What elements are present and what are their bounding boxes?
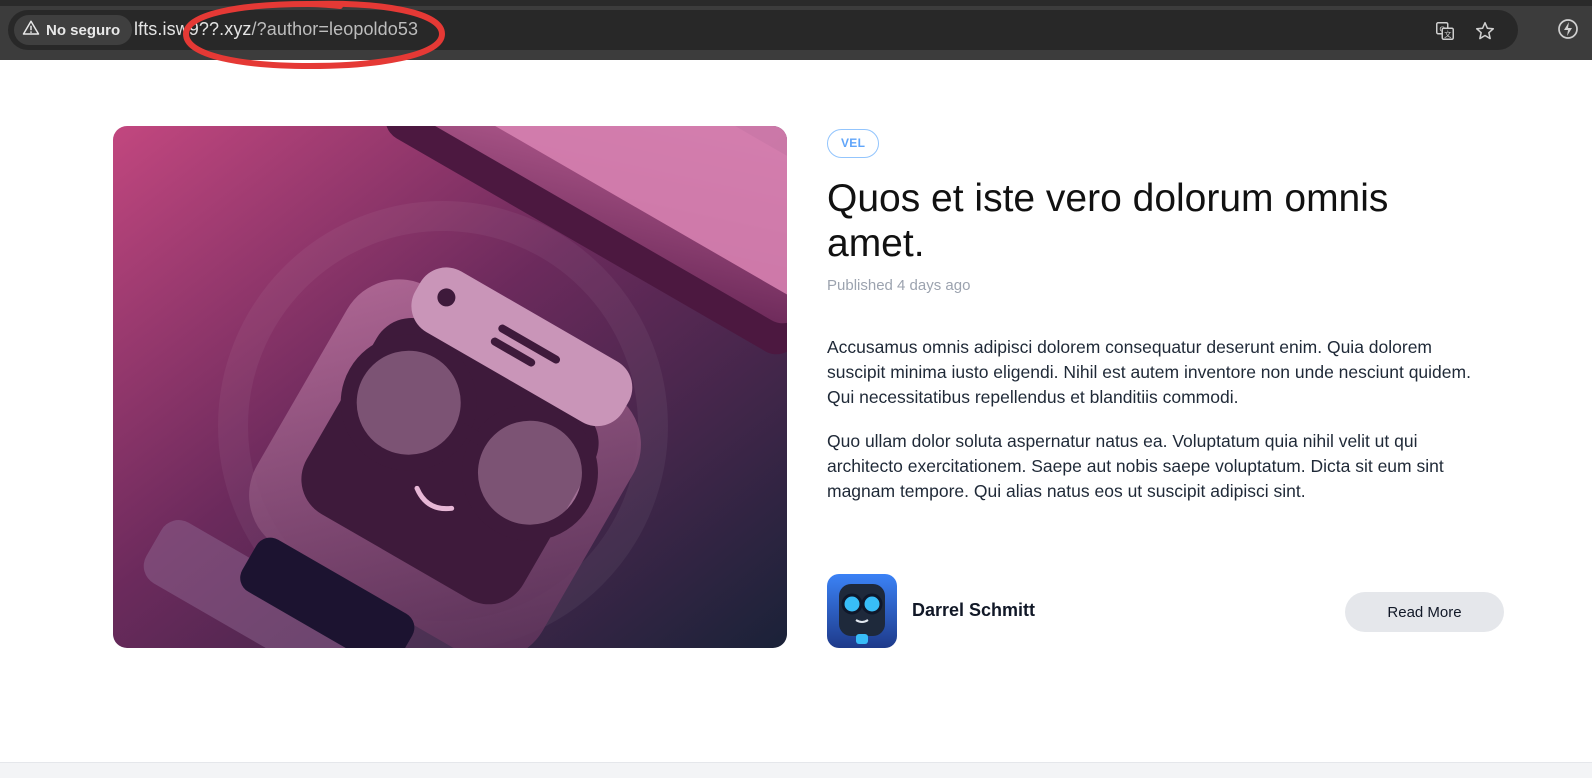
star-icon[interactable] [1472,18,1498,44]
avatar[interactable] [827,574,897,648]
address-bar[interactable]: No seguro lfts.isw9??.xyz/?author=leopol… [8,10,1518,50]
translate-icon[interactable]: G文 [1432,18,1458,44]
published-date: Published 4 days ago [827,277,971,294]
warning-icon [22,19,40,41]
post-excerpt-paragraph: Accusamus omnis adipisci dolorem consequ… [827,337,1471,407]
author-name[interactable]: Darrel Schmitt [912,600,1035,621]
post-title[interactable]: Quos et iste vero dolorum omnis amet. [827,176,1467,266]
category-tag[interactable]: VEL [827,129,880,158]
browser-toolbar: No seguro lfts.isw9??.xyz/?author=leopol… [0,0,1592,60]
url-host: lfts.isw9??.xyz [134,19,252,39]
page-footer-edge [0,762,1592,778]
post-excerpt-paragraph: Quo ullam dolor soluta aspernatur natus … [827,431,1444,501]
tab-strip-edge [0,0,1592,6]
post-cover-image[interactable] [113,126,787,648]
read-more-button[interactable]: Read More [1345,592,1504,632]
url-path: /?author=leopoldo53 [251,19,419,39]
url-text[interactable]: lfts.isw9??.xyz/?author=leopoldo53 [134,19,418,40]
svg-text:文: 文 [1444,30,1452,39]
security-chip[interactable]: No seguro [14,15,133,45]
performance-icon[interactable] [1556,17,1582,43]
security-label: No seguro [46,21,121,39]
